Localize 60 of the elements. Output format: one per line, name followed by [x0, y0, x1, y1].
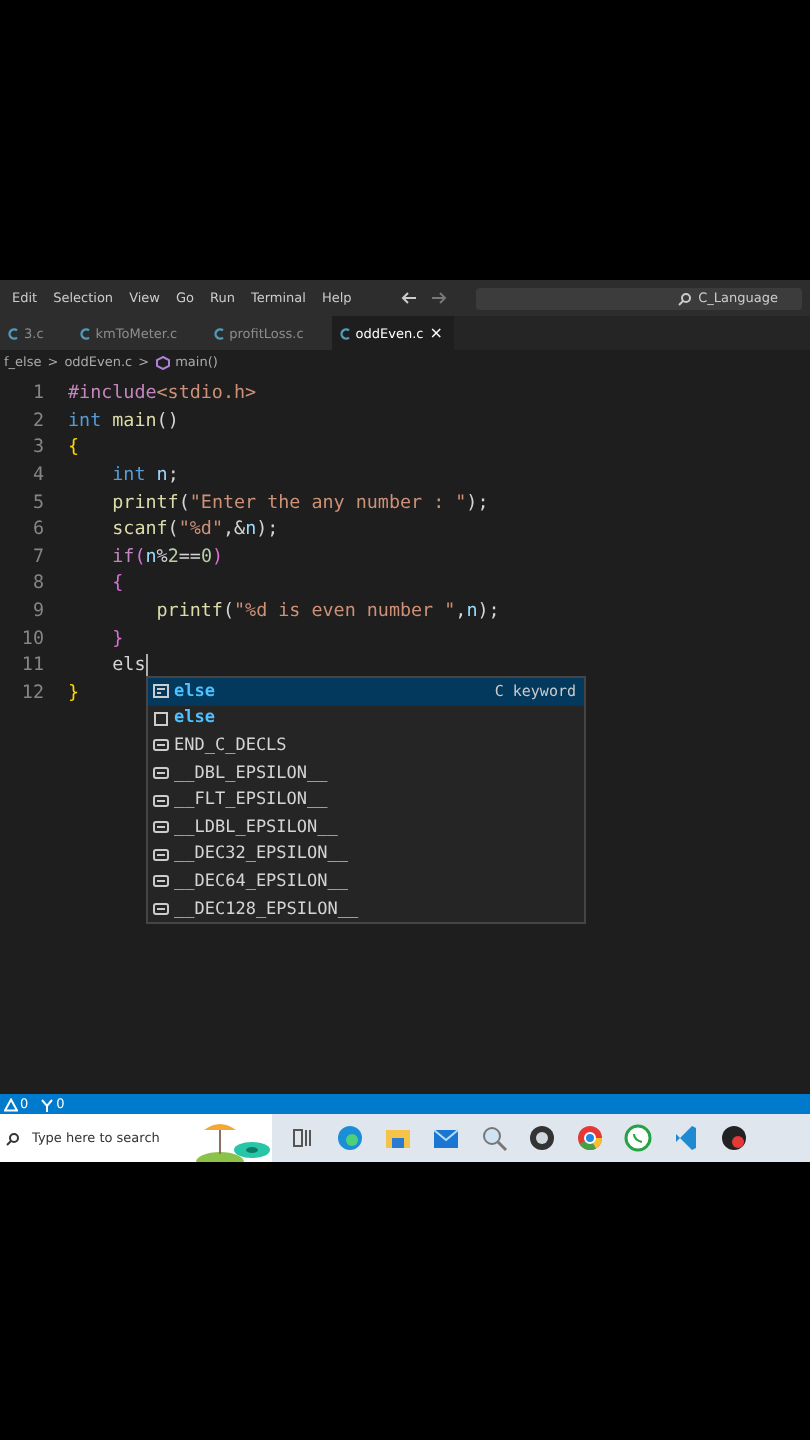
c-file-icon — [79, 327, 90, 339]
record-icon[interactable] — [720, 1124, 748, 1152]
magnifier-icon[interactable] — [480, 1124, 508, 1152]
line-number: 3 — [30, 436, 46, 459]
constant-icon — [152, 872, 170, 891]
c-file-icon — [213, 327, 224, 339]
suggestion-item[interactable]: __FLT_EPSILON__ — [148, 786, 584, 814]
suggestion-item[interactable]: else — [148, 705, 584, 733]
constant-icon — [152, 900, 170, 919]
line-number: 12 — [19, 681, 46, 704]
constant-icon — [152, 818, 170, 837]
line-number: 6 — [30, 518, 46, 541]
suggestion-item[interactable]: __LDBL_EPSILON__ — [148, 813, 584, 842]
warning-icon — [4, 1097, 18, 1111]
suggestion-item[interactable]: __DEC64_EPSILON__ — [148, 868, 584, 896]
code-line: #include<stdio.h> — [68, 382, 257, 405]
constant-icon — [152, 736, 170, 755]
code-line: int n; — [110, 464, 179, 487]
antenna-icon — [40, 1097, 55, 1111]
code-line: int main() — [68, 409, 179, 432]
code-line: } — [68, 681, 80, 704]
search-icon — [6, 1131, 20, 1145]
task-view-icon[interactable] — [288, 1124, 316, 1152]
snippet-icon — [152, 682, 170, 701]
line-number: 1 — [30, 382, 46, 405]
line-number: 11 — [19, 654, 46, 677]
c-file-icon — [339, 327, 350, 339]
line-number: 5 — [30, 491, 46, 514]
constant-icon — [152, 764, 170, 783]
suggestion-item[interactable]: __DEC32_EPSILON__ — [148, 841, 584, 869]
code-line: els — [110, 654, 148, 677]
keyword-icon — [152, 709, 170, 728]
line-number: 10 — [19, 627, 46, 650]
code-line: printf("Enter the any number : "); — [110, 491, 489, 514]
code-editor-icon[interactable] — [672, 1124, 700, 1152]
chat-icon[interactable] — [624, 1124, 652, 1152]
line-number: 9 — [30, 600, 46, 623]
suggestion-item[interactable]: __DEC128_EPSILON__ — [148, 895, 584, 923]
mail-icon[interactable] — [432, 1124, 460, 1152]
folder-icon[interactable] — [384, 1124, 412, 1152]
code-line: scanf("%d",&n); — [110, 518, 279, 541]
constant-icon — [152, 845, 170, 864]
method-icon — [155, 355, 170, 369]
line-number: 4 — [30, 464, 46, 487]
code-line: printf("%d is even number ",n); — [154, 600, 500, 623]
search-icon — [678, 291, 693, 305]
back-arrow-icon[interactable] — [399, 290, 418, 306]
code-line: { — [110, 572, 124, 595]
camera-icon[interactable] — [528, 1124, 556, 1152]
constant-icon — [152, 791, 170, 810]
line-number: 8 — [30, 572, 46, 595]
code-line: } — [110, 627, 124, 650]
line-number: 2 — [30, 409, 46, 432]
suggestion-item[interactable]: END_C_DECLS — [148, 732, 584, 760]
code-line: { — [68, 436, 80, 459]
suggestion-item[interactable]: __DBL_EPSILON__ — [148, 759, 584, 787]
c-file-icon — [8, 327, 18, 339]
forward-arrow-icon[interactable] — [429, 290, 448, 306]
code-line: if(n%2==0) — [110, 545, 224, 568]
line-number: 7 — [30, 545, 46, 568]
